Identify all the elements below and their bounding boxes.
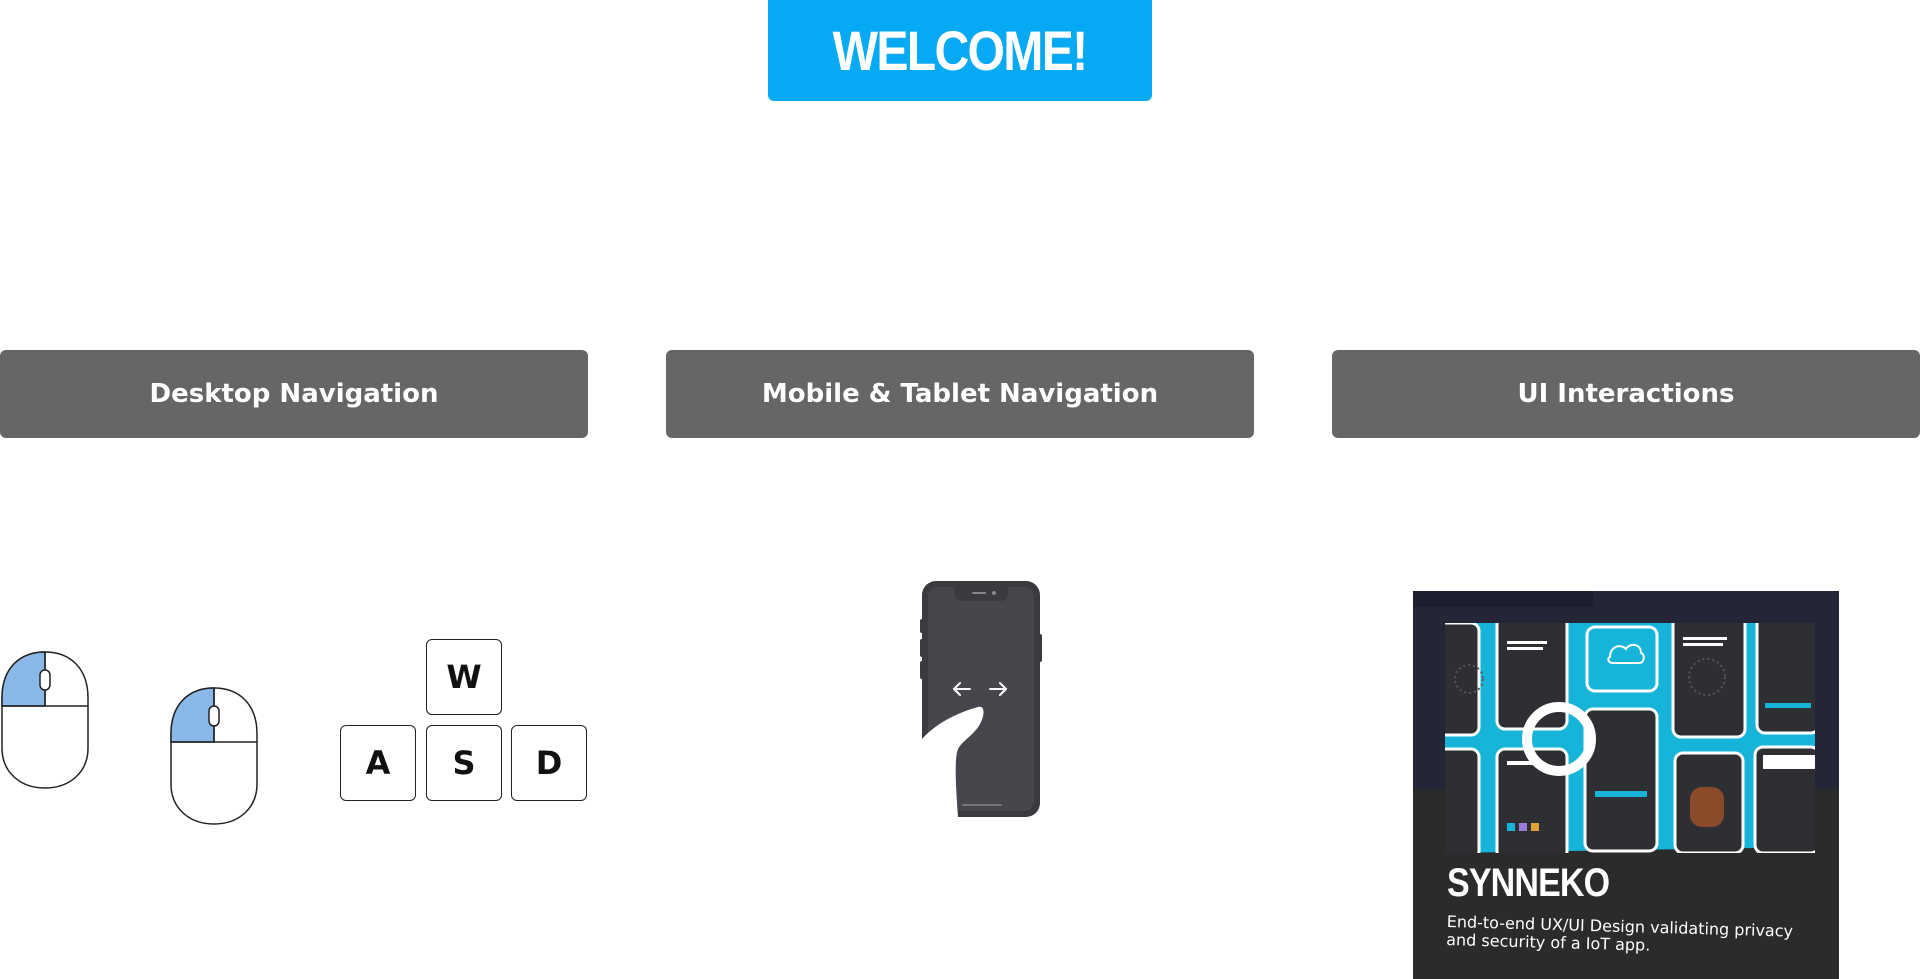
project-card-synneko[interactable]: SYNNEKO End-to-end UX/UI Design validati… — [1413, 591, 1839, 979]
welcome-banner: WELCOME! — [768, 0, 1152, 101]
welcome-label: WELCOME! — [833, 19, 1088, 82]
phone-swipe-icon — [920, 581, 1042, 817]
app-mockup-image — [1445, 623, 1815, 853]
mobile-tablet-navigation-label: Mobile & Tablet Navigation — [761, 379, 1159, 409]
desktop-navigation-button[interactable]: Desktop Navigation — [0, 350, 588, 438]
key-s: S — [426, 725, 502, 801]
key-a: A — [340, 725, 416, 801]
desktop-navigation-label: Desktop Navigation — [149, 379, 439, 409]
key-w-label: W — [446, 658, 482, 696]
key-a-label: A — [365, 744, 391, 782]
project-title: SYNNEKO — [1447, 861, 1610, 905]
key-s-label: S — [452, 744, 476, 782]
key-d: D — [511, 725, 587, 801]
key-d-label: D — [535, 744, 563, 782]
mouse-left-click-icon — [1, 651, 89, 789]
mobile-tablet-navigation-button[interactable]: Mobile & Tablet Navigation — [666, 350, 1254, 438]
ui-interactions-label: UI Interactions — [1517, 379, 1735, 409]
welcome-page: WELCOME! Desktop Navigation Mobile & Tab… — [0, 0, 1920, 979]
project-card-strip — [1413, 591, 1593, 607]
ui-interactions-button[interactable]: UI Interactions — [1332, 350, 1920, 438]
mouse-left-click-icon — [170, 687, 258, 825]
key-w: W — [426, 639, 502, 715]
project-description: End-to-end UX/UI Design validating priva… — [1445, 912, 1794, 955]
